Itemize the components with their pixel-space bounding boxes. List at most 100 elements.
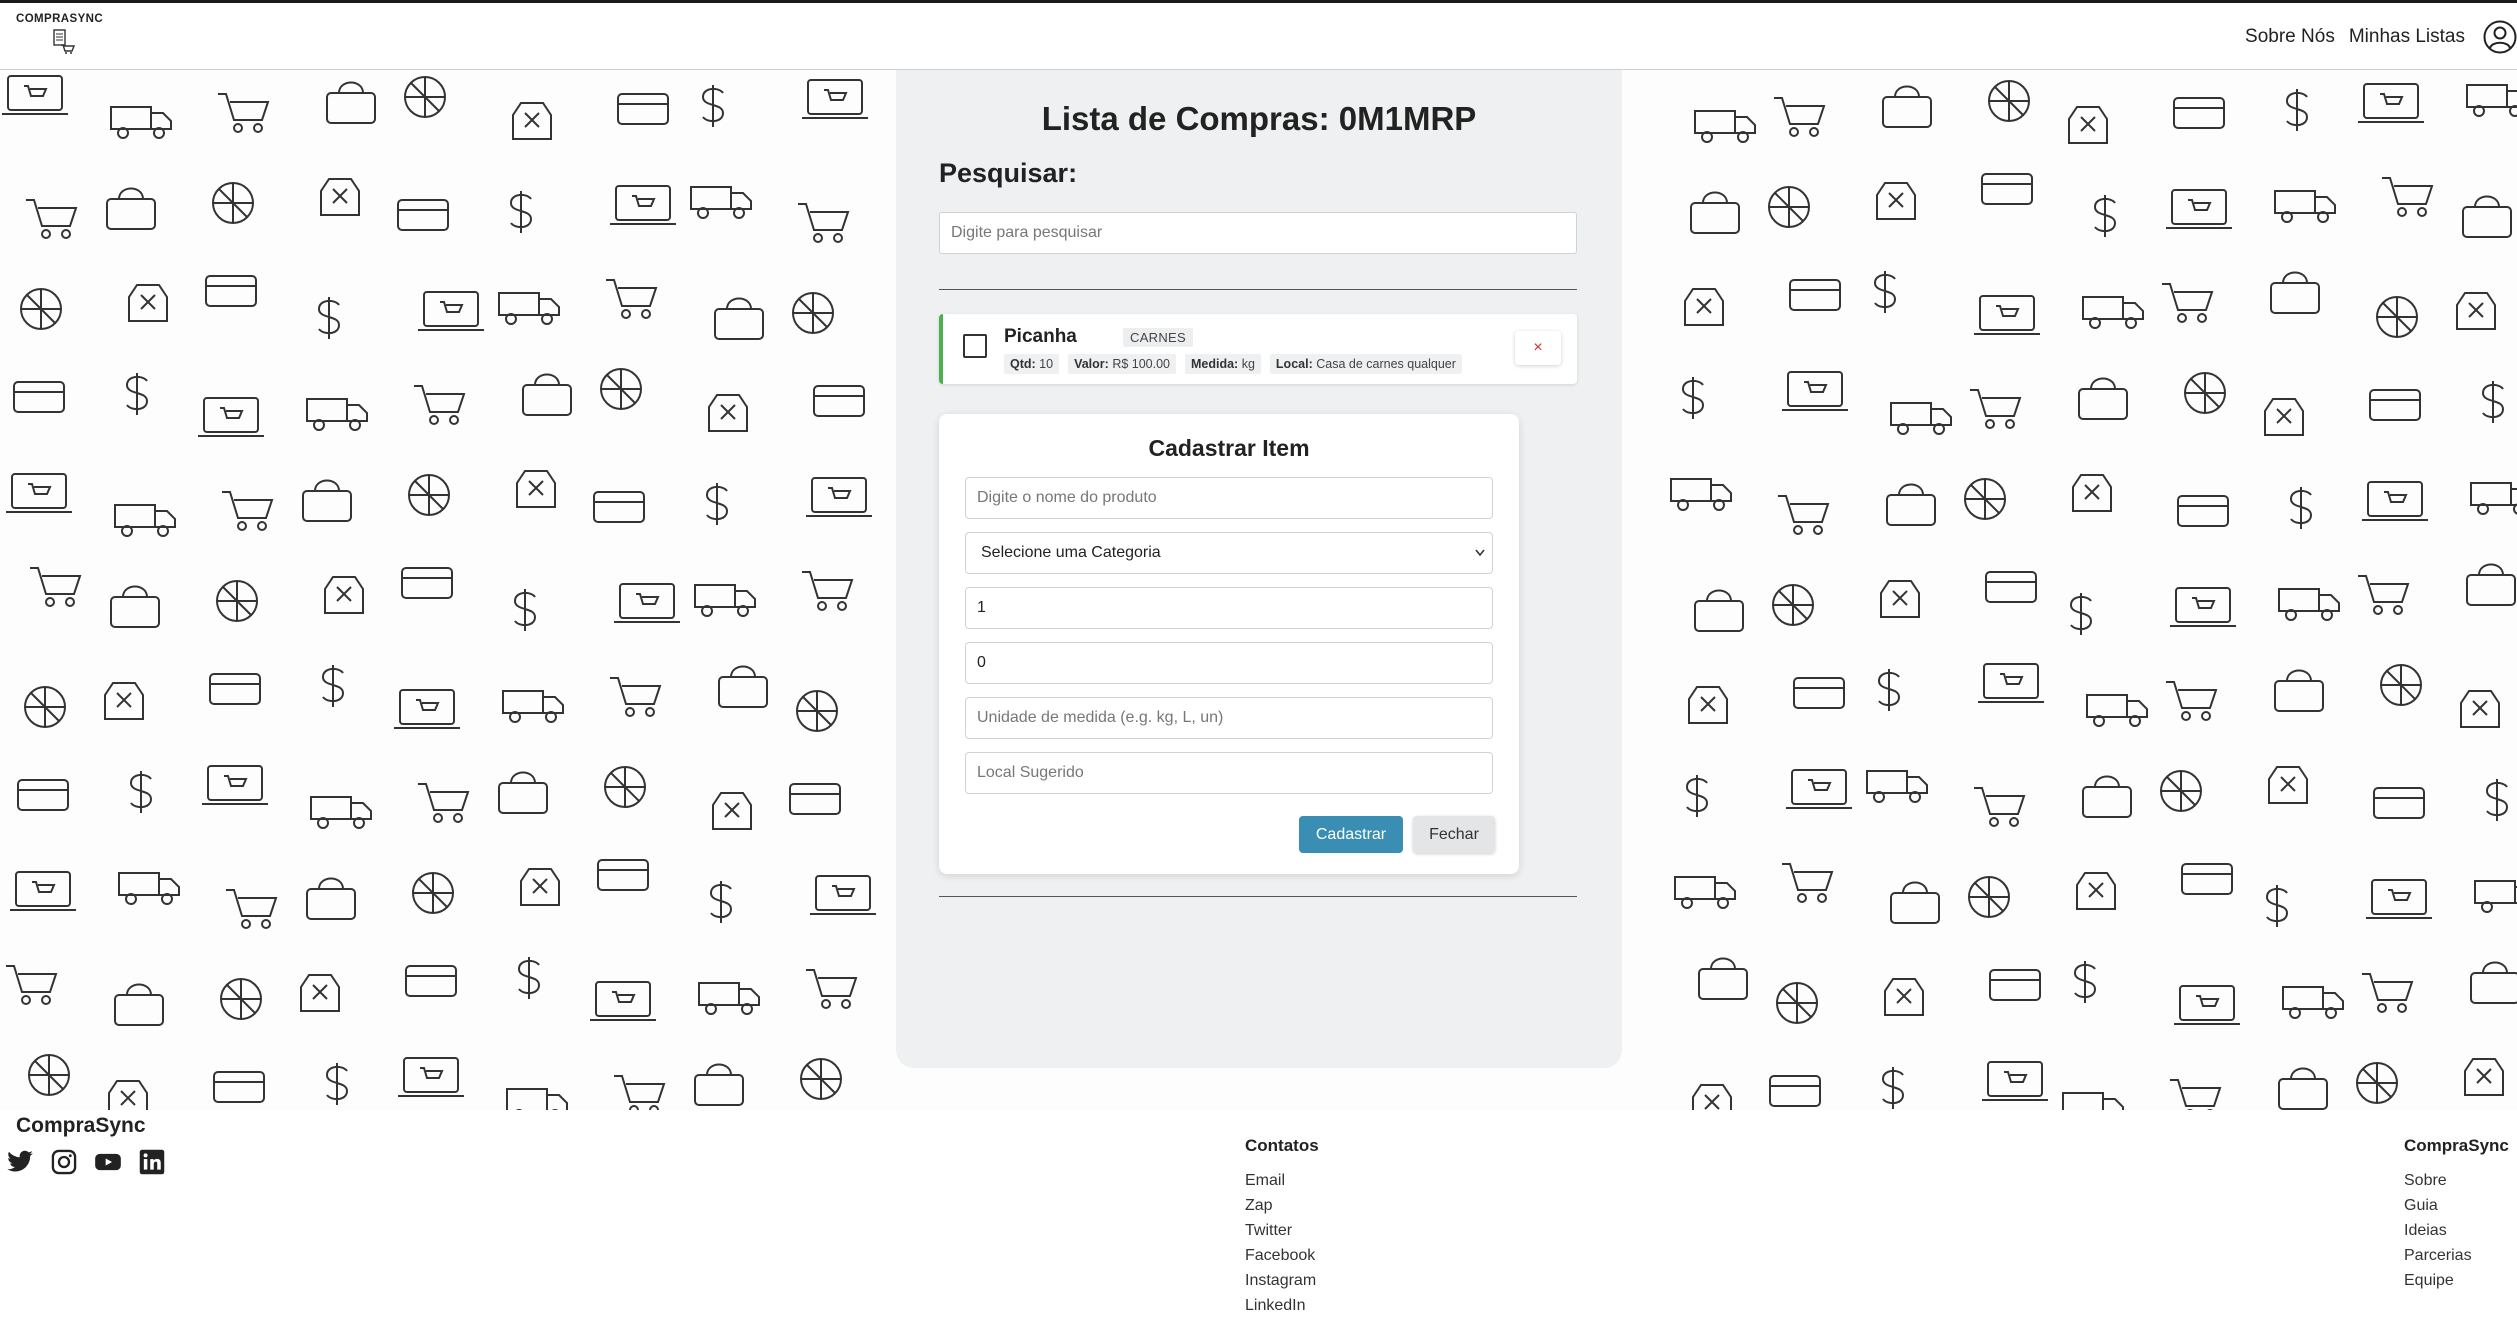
doodle-decoration <box>2275 575 2345 625</box>
footer-link-parcerias[interactable]: Parcerias <box>2404 1243 2509 1268</box>
doodle-decoration <box>222 882 282 932</box>
doodle-decoration <box>1986 964 2046 1004</box>
footer-link-email[interactable]: Email <box>1245 1168 1319 1193</box>
doodle-decoration <box>1786 274 1846 314</box>
footer-link-equipe[interactable]: Equipe <box>2404 1268 2509 1293</box>
doodle-decoration <box>2471 867 2517 917</box>
doodle-decoration <box>713 663 773 713</box>
doodle-decoration <box>1790 672 1850 712</box>
doodle-decoration <box>596 364 646 414</box>
doodle-decoration <box>1966 382 2026 432</box>
footer-link-guia[interactable]: Guia <box>2404 1193 2509 1218</box>
doodle-decoration <box>1677 771 1717 821</box>
doodle-decoration <box>1887 389 1957 439</box>
doodle-decoration <box>2364 874 2434 924</box>
footer-link-sobre[interactable]: Sobre <box>2404 1168 2509 1193</box>
doodle-decoration <box>410 378 470 428</box>
doodle-decoration <box>321 79 381 129</box>
add-item-form: Cadastrar Item Selecione uma Categoria C… <box>939 414 1519 874</box>
doodle-decoration <box>121 767 161 817</box>
doodle-decoration <box>123 277 173 327</box>
doodle-decoration <box>10 376 70 416</box>
local-value: Casa de carnes qualquer <box>1316 357 1456 371</box>
doodle-decoration <box>24 1050 74 1100</box>
doodle-decoration <box>2271 177 2341 227</box>
doodle-decoration <box>1778 856 1838 906</box>
doodle-decoration <box>2158 276 2218 326</box>
doodle-decoration <box>1784 764 1854 814</box>
doodle-decoration <box>2077 773 2137 823</box>
nav-minhas-listas[interactable]: Minhas Listas <box>2349 26 2465 48</box>
doodle-decoration <box>2 958 62 1008</box>
quantity-input[interactable] <box>965 587 1493 629</box>
doodle-decoration <box>2457 193 2517 243</box>
doodle-decoration <box>2085 191 2125 241</box>
item-qtd: Qtd: 10 <box>1004 354 1060 374</box>
footer-contacts: Contatos Email Zap Twitter Facebook Inst… <box>1245 1136 1319 1318</box>
doodle-decoration <box>1764 182 1814 232</box>
doodle-decoration <box>414 776 474 826</box>
footer-link-facebook[interactable]: Facebook <box>1245 1243 1319 1268</box>
doodle-decoration <box>2265 269 2325 319</box>
doodle-decoration <box>2063 99 2113 149</box>
doodle-decoration <box>117 369 157 419</box>
doodle-decoration <box>319 569 369 619</box>
doodle-decoration <box>1976 658 2046 708</box>
doodle-decoration <box>802 962 862 1012</box>
medida-value: kg <box>1241 357 1255 371</box>
doodle-decoration <box>416 286 486 336</box>
doodle-decoration <box>307 783 377 833</box>
footer-link-instagram[interactable]: Instagram <box>1245 1268 1319 1293</box>
qtd-label: Qtd: <box>1010 357 1036 371</box>
doodle-decoration <box>1869 665 1909 715</box>
doodle-decoration <box>2455 683 2505 733</box>
price-input[interactable] <box>965 642 1493 684</box>
footer-link-twitter[interactable]: Twitter <box>1245 1218 1319 1243</box>
category-select[interactable]: Selecione uma Categoria <box>965 532 1493 574</box>
instagram-icon[interactable] <box>50 1148 78 1176</box>
local-input[interactable] <box>965 752 1493 794</box>
doodle-decoration <box>2378 170 2438 220</box>
contacts-heading: Contatos <box>1245 1136 1319 1155</box>
doodle-decoration <box>1780 366 1850 416</box>
product-name-input[interactable] <box>965 477 1493 519</box>
search-input[interactable] <box>939 212 1577 254</box>
doodle-decoration <box>1768 580 1818 630</box>
doodle-decoration <box>392 684 462 734</box>
logo[interactable]: COMPRASYNC <box>16 13 108 54</box>
doodle-decoration <box>2354 568 2414 618</box>
list-panel: Lista de Compras: 0M1MRP Pesquisar: Pica… <box>896 70 1622 1068</box>
doodle-decoration <box>1978 168 2038 208</box>
youtube-icon[interactable] <box>94 1148 122 1176</box>
doodle-decoration <box>2061 589 2101 639</box>
unit-input[interactable] <box>965 697 1493 739</box>
medida-label: Medida: <box>1191 357 1239 371</box>
twitter-icon[interactable] <box>6 1148 34 1176</box>
doodle-decoration <box>404 470 454 520</box>
doodle-decoration <box>1970 780 2030 830</box>
submit-button[interactable]: Cadastrar <box>1299 816 1403 853</box>
footer-link-ideias[interactable]: Ideias <box>2404 1218 2509 1243</box>
doodle-decoration <box>2156 766 2206 816</box>
item-name: Picanha <box>1004 326 1077 347</box>
doodle-decoration <box>1972 290 2042 340</box>
doodle-decoration <box>2263 759 2313 809</box>
doodle-decoration <box>1877 83 1937 133</box>
footer-link-linkedin[interactable]: LinkedIn <box>1245 1293 1319 1318</box>
delete-item-button[interactable]: × <box>1515 331 1561 365</box>
linkedin-icon[interactable] <box>138 1148 166 1176</box>
doodle-decoration <box>396 1052 466 1102</box>
doodle-decoration <box>1691 97 1761 147</box>
close-button[interactable]: Fechar <box>1413 816 1495 853</box>
doodle-decoration <box>612 578 682 628</box>
doodle-decoration <box>1774 488 1834 538</box>
doodle-decoration <box>511 463 561 513</box>
item-checkbox[interactable] <box>963 334 987 358</box>
doodle-decoration <box>707 785 757 835</box>
valor-label: Valor: <box>1074 357 1109 371</box>
doodle-decoration <box>1879 971 1929 1021</box>
user-avatar-icon[interactable] <box>2483 20 2517 54</box>
footer-link-zap[interactable]: Zap <box>1245 1193 1319 1218</box>
nav-sobre-nos[interactable]: Sobre Nós <box>2245 26 2335 48</box>
doodle-decoration <box>2164 184 2234 234</box>
